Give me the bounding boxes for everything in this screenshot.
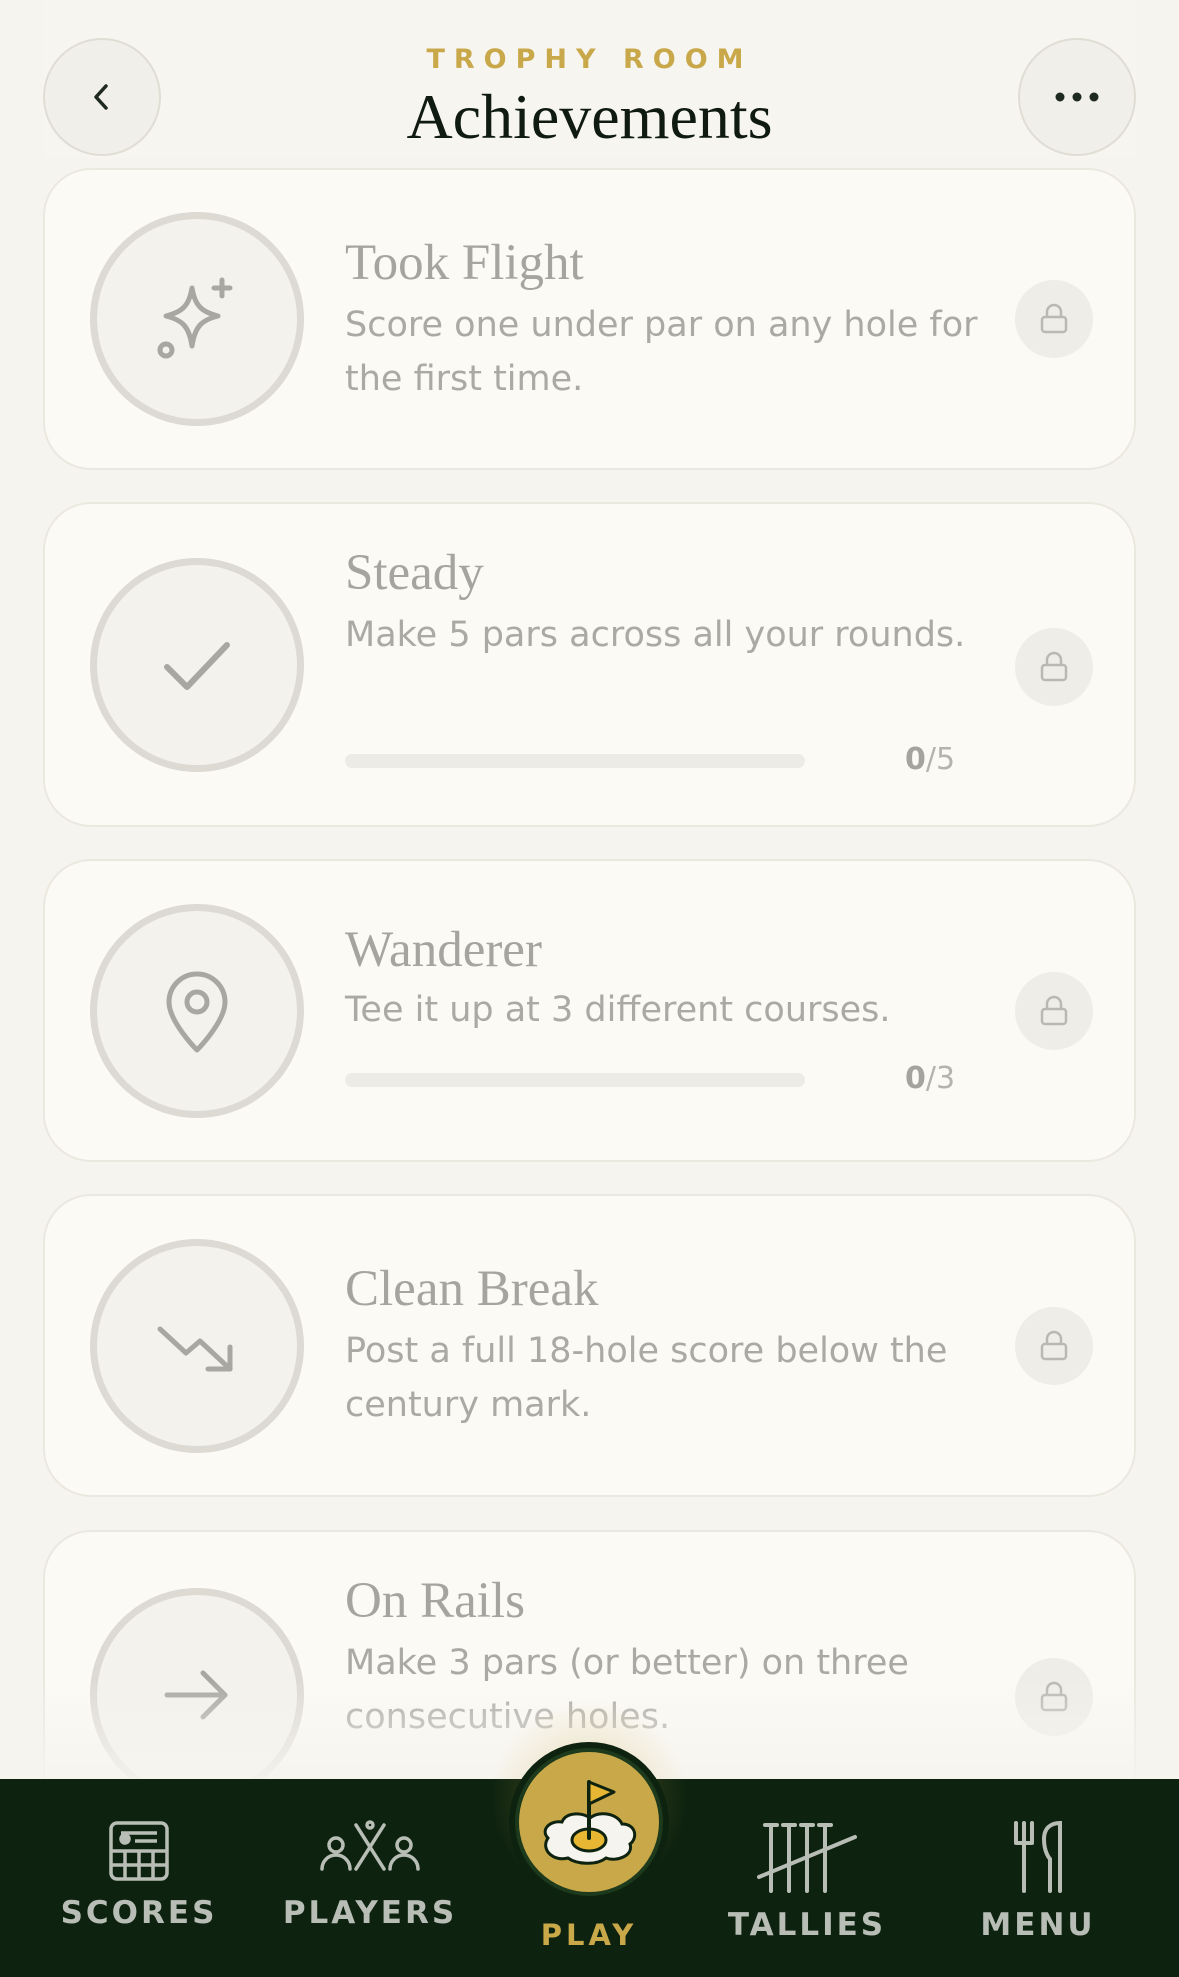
page-title: Achievements — [406, 81, 773, 152]
nav-tallies[interactable]: TALLIES — [707, 1779, 907, 1977]
progress-bar — [345, 1073, 805, 1087]
achievement-title: Took Flight — [345, 235, 584, 291]
nav-play-label: PLAY — [540, 1918, 638, 1952]
play-button-face — [515, 1748, 663, 1896]
nav-menu[interactable]: MENU — [938, 1779, 1138, 1977]
nav-players-label: PLAYERS — [282, 1895, 458, 1931]
lock-icon — [1040, 995, 1068, 1026]
header-eyebrow: TROPHY ROOM — [426, 44, 753, 75]
map-pin-icon — [166, 971, 228, 1053]
tallies-icon — [757, 1823, 857, 1893]
nav-players[interactable]: PLAYERS — [270, 1779, 470, 1977]
lock-icon — [1040, 1330, 1068, 1361]
trend-down-icon — [157, 1326, 233, 1372]
nav-scores[interactable]: SCORES — [39, 1779, 239, 1977]
ellipsis-icon — [1055, 92, 1099, 102]
achievement-badge — [90, 904, 304, 1118]
header: TROPHY ROOM Achievements — [43, 0, 1136, 158]
lock-badge — [1015, 280, 1093, 358]
progress-count: 0/5 — [905, 742, 956, 777]
achievement-title: On Rails — [345, 1573, 525, 1629]
achievement-badge — [90, 558, 304, 772]
progress-count: 0/3 — [905, 1061, 956, 1096]
lock-badge — [1015, 628, 1093, 706]
achievement-card-clean-break[interactable]: Clean Break Post a full 18-hole score be… — [43, 1194, 1136, 1497]
achievement-card-steady[interactable]: Steady Make 5 pars across all your round… — [43, 502, 1136, 827]
lock-icon — [1040, 303, 1068, 334]
achievement-title: Steady — [345, 545, 484, 601]
nav-tallies-label: TALLIES — [727, 1907, 887, 1943]
achievement-description: Score one under par on any hole for the … — [345, 305, 978, 399]
utensils-icon — [1014, 1820, 1062, 1893]
check-icon — [164, 642, 230, 690]
scorecard-icon — [109, 1821, 169, 1881]
achievement-badge — [90, 1239, 304, 1453]
nav-scores-label: SCORES — [60, 1895, 218, 1931]
lock-badge — [1015, 1307, 1093, 1385]
play-button[interactable] — [509, 1742, 669, 1902]
achievement-description: Make 5 pars across all your rounds. — [345, 615, 966, 655]
fried-egg-flag-icon — [543, 1780, 637, 1865]
achievement-card-wanderer[interactable]: Wanderer Tee it up at 3 different course… — [43, 859, 1136, 1162]
more-options-button[interactable] — [1018, 38, 1136, 156]
achievement-card-took-flight[interactable]: Took Flight Score one under par on any h… — [43, 168, 1136, 470]
achievements-screen: Took Flight Score one under par on any h… — [0, 0, 1179, 1977]
nav-menu-label: MENU — [980, 1907, 1096, 1943]
achievement-title: Clean Break — [345, 1261, 599, 1317]
progress-bar — [345, 754, 805, 768]
achievement-description: Tee it up at 3 different courses. — [345, 990, 891, 1030]
lock-icon — [1040, 651, 1068, 682]
achievement-title: Wanderer — [345, 922, 542, 978]
sparkle-icon — [157, 277, 233, 359]
achievement-description: Post a full 18-hole score below the cent… — [345, 1331, 948, 1425]
lock-badge — [1015, 972, 1093, 1050]
achievement-badge — [90, 212, 304, 426]
players-icon — [320, 1820, 420, 1871]
